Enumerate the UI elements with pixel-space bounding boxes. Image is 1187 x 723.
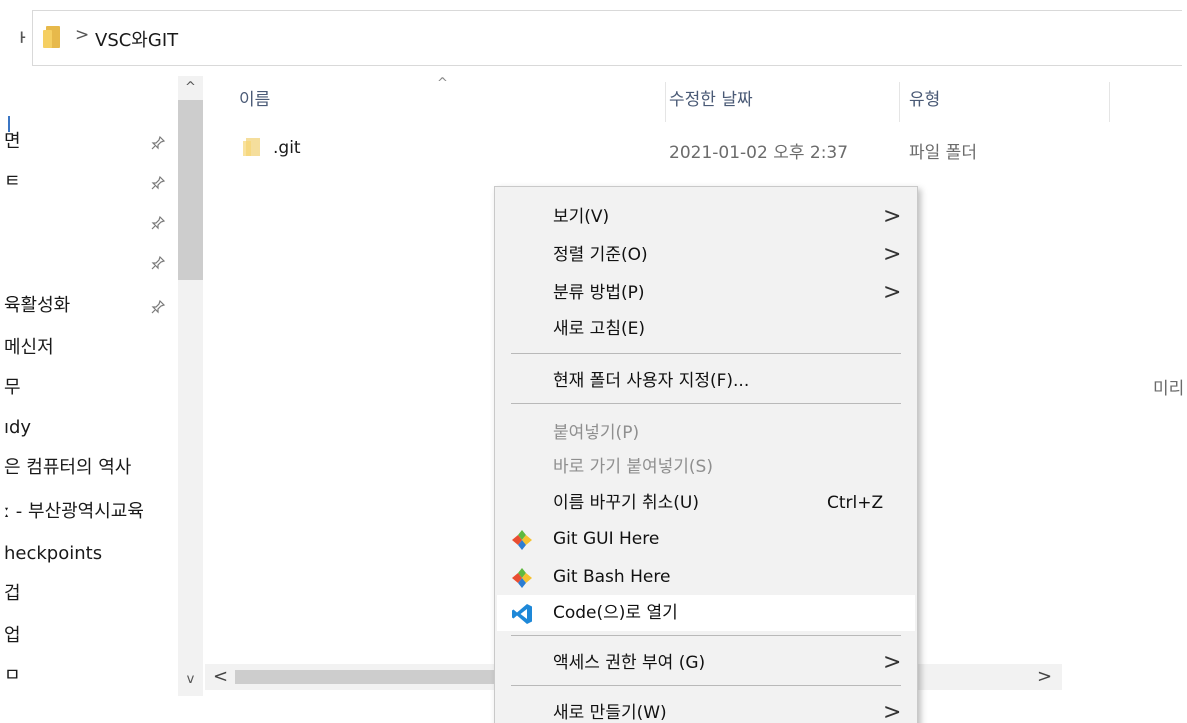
nav-item[interactable]: 은 컴퓨터의 역사 — [0, 448, 178, 488]
context-menu-item: 붙여넣기(P) — [497, 415, 915, 451]
address-bar: ᅡ > VSC와GIT — [0, 0, 1187, 76]
nav-item-label: 육활성화 — [4, 295, 71, 316]
context-menu-item[interactable]: 현재 폴더 사용자 지정(F)... — [497, 363, 915, 399]
nav-item[interactable]: ㅁ — [0, 656, 178, 696]
menu-item-label: 액세스 권한 부여 (G) — [553, 653, 706, 673]
nav-item[interactable]: ㅌ — [0, 162, 178, 202]
git-icon — [511, 528, 533, 550]
menu-item-label: 바로 가기 붙여넣기(S) — [553, 457, 713, 477]
scroll-left-icon[interactable]: < — [213, 666, 228, 687]
menu-separator — [511, 403, 901, 404]
menu-item-label: 분류 방법(P) — [553, 283, 645, 303]
context-menu-item[interactable]: 보기(V) > — [497, 199, 915, 235]
menu-item-label: 새로 고침(E) — [553, 319, 645, 339]
menu-item-label: 보기(V) — [553, 207, 610, 227]
nav-item-label: 면 — [4, 131, 21, 152]
nav-item[interactable]: heckpoints — [0, 534, 178, 574]
nav-scroll-down-icon[interactable]: v — [178, 672, 203, 687]
menu-separator — [511, 635, 901, 636]
submenu-chevron-icon: > — [883, 242, 902, 267]
submenu-chevron-icon: > — [883, 280, 902, 305]
nav-item[interactable]: 메신저 — [0, 328, 178, 368]
context-menu-item: 바로 가기 붙여넣기(S) — [497, 449, 915, 485]
nav-item-label: ㅌ — [4, 171, 21, 192]
address-path-box[interactable]: > VSC와GIT — [32, 10, 1182, 66]
context-menu-item[interactable]: Git Bash Here — [497, 559, 915, 595]
breadcrumb-current-folder[interactable]: VSC와GIT — [95, 26, 178, 52]
pin-icon[interactable] — [150, 202, 170, 242]
preview-pane-text: 미리 — [1153, 379, 1185, 399]
nav-scrollbar-thumb[interactable] — [178, 100, 203, 280]
column-header-name[interactable]: 이름 — [239, 86, 270, 114]
context-menu-item[interactable]: Code(으)로 열기 — [497, 595, 915, 631]
nav-item[interactable]: 겁 — [0, 574, 178, 614]
context-menu-item[interactable]: 새로 고침(E) — [497, 311, 915, 347]
column-divider[interactable] — [1109, 82, 1110, 122]
context-menu-item[interactable]: Git GUI Here — [497, 521, 915, 557]
nav-item-label: ː - 부산광역시교육 — [4, 501, 144, 522]
column-divider[interactable] — [899, 82, 900, 122]
nav-item-label: ıdy — [4, 417, 32, 438]
menu-item-label: Git GUI Here — [553, 529, 660, 549]
column-divider[interactable] — [665, 82, 666, 122]
scroll-right-icon[interactable]: > — [1037, 666, 1052, 687]
nav-item[interactable]: 무 — [0, 368, 178, 408]
context-menu-item[interactable]: 정렬 기준(O) > — [497, 237, 915, 273]
git-icon — [511, 566, 533, 588]
menu-separator — [511, 685, 901, 686]
menu-item-label: Git Bash Here — [553, 567, 671, 587]
submenu-chevron-icon: > — [883, 650, 902, 675]
nav-item[interactable]: 업 — [0, 616, 178, 656]
submenu-chevron-icon: > — [883, 700, 902, 723]
nav-item[interactable] — [0, 202, 178, 242]
menu-item-label: 이름 바꾸기 취소(U) — [553, 493, 699, 513]
breadcrumb-chevron-icon[interactable]: > — [75, 25, 89, 45]
context-menu-item[interactable]: 새로 만들기(W) > — [497, 695, 915, 723]
pin-icon[interactable] — [150, 242, 170, 282]
nav-item[interactable]: 육활성화 — [0, 286, 178, 326]
menu-item-shortcut: Ctrl+Z — [827, 493, 884, 513]
column-header-type[interactable]: 유형 — [909, 86, 940, 114]
nav-item-label: 메신저 — [4, 337, 54, 358]
vscode-icon — [511, 602, 533, 624]
menu-item-label: 정렬 기준(O) — [553, 245, 648, 265]
nav-item[interactable]: ː - 부산광역시교육 — [0, 492, 178, 532]
file-row-git[interactable]: .git 2021-01-02 오후 2:37 파일 폴더 — [235, 130, 995, 170]
column-header-date[interactable]: 수정한 날짜 — [669, 86, 753, 114]
nav-item-label: 겁 — [4, 583, 21, 604]
nav-item-label: 은 컴퓨터의 역사 — [4, 457, 132, 478]
nav-item-label: heckpoints — [4, 543, 103, 564]
nav-item-label: 무 — [4, 377, 21, 398]
nav-item[interactable]: ıdy — [0, 408, 178, 448]
context-menu-item[interactable]: 액세스 권한 부여 (G) > — [497, 645, 915, 681]
pin-icon[interactable] — [150, 162, 170, 202]
menu-item-label: 새로 만들기(W) — [553, 703, 667, 723]
context-menu-item[interactable]: 분류 방법(P) > — [497, 275, 915, 311]
submenu-chevron-icon: > — [883, 204, 902, 229]
menu-separator — [511, 353, 901, 354]
menu-item-label: 현재 폴더 사용자 지정(F)... — [553, 371, 750, 391]
pin-icon[interactable] — [150, 286, 170, 326]
file-type: 파일 폴더 — [909, 143, 977, 163]
menu-item-label: Code(으)로 열기 — [553, 603, 678, 623]
menu-item-label: 붙여넣기(P) — [553, 423, 640, 443]
context-menu: 보기(V) > 정렬 기준(O) > 분류 방법(P) > 새로 고침(E) 현재 폴더 사용… — [494, 186, 918, 723]
context-menu-item[interactable]: 이름 바꾸기 취소(U) Ctrl+Z — [497, 485, 915, 521]
folder-icon — [43, 26, 61, 48]
nav-item[interactable] — [0, 242, 178, 282]
pin-icon[interactable] — [150, 122, 170, 162]
nav-item[interactable]: 면 — [0, 122, 178, 162]
file-date: 2021-01-02 오후 2:37 — [669, 143, 849, 163]
address-bar-cutoff-text: ᅡ — [6, 31, 27, 56]
file-name: .git — [273, 138, 301, 158]
sort-ascending-icon: ^ — [437, 76, 448, 91]
folder-icon — [243, 138, 261, 160]
navigation-pane: 면 ㅌ 육활성화메신저무 ıdy 은 컴퓨터의 역사 ː - 부산광역시교육 heckpoi… — [0, 76, 205, 723]
nav-scroll-up-icon[interactable]: ^ — [178, 80, 203, 95]
nav-item-label: 업 — [4, 625, 21, 646]
nav-item-label: ㅁ — [4, 665, 21, 686]
